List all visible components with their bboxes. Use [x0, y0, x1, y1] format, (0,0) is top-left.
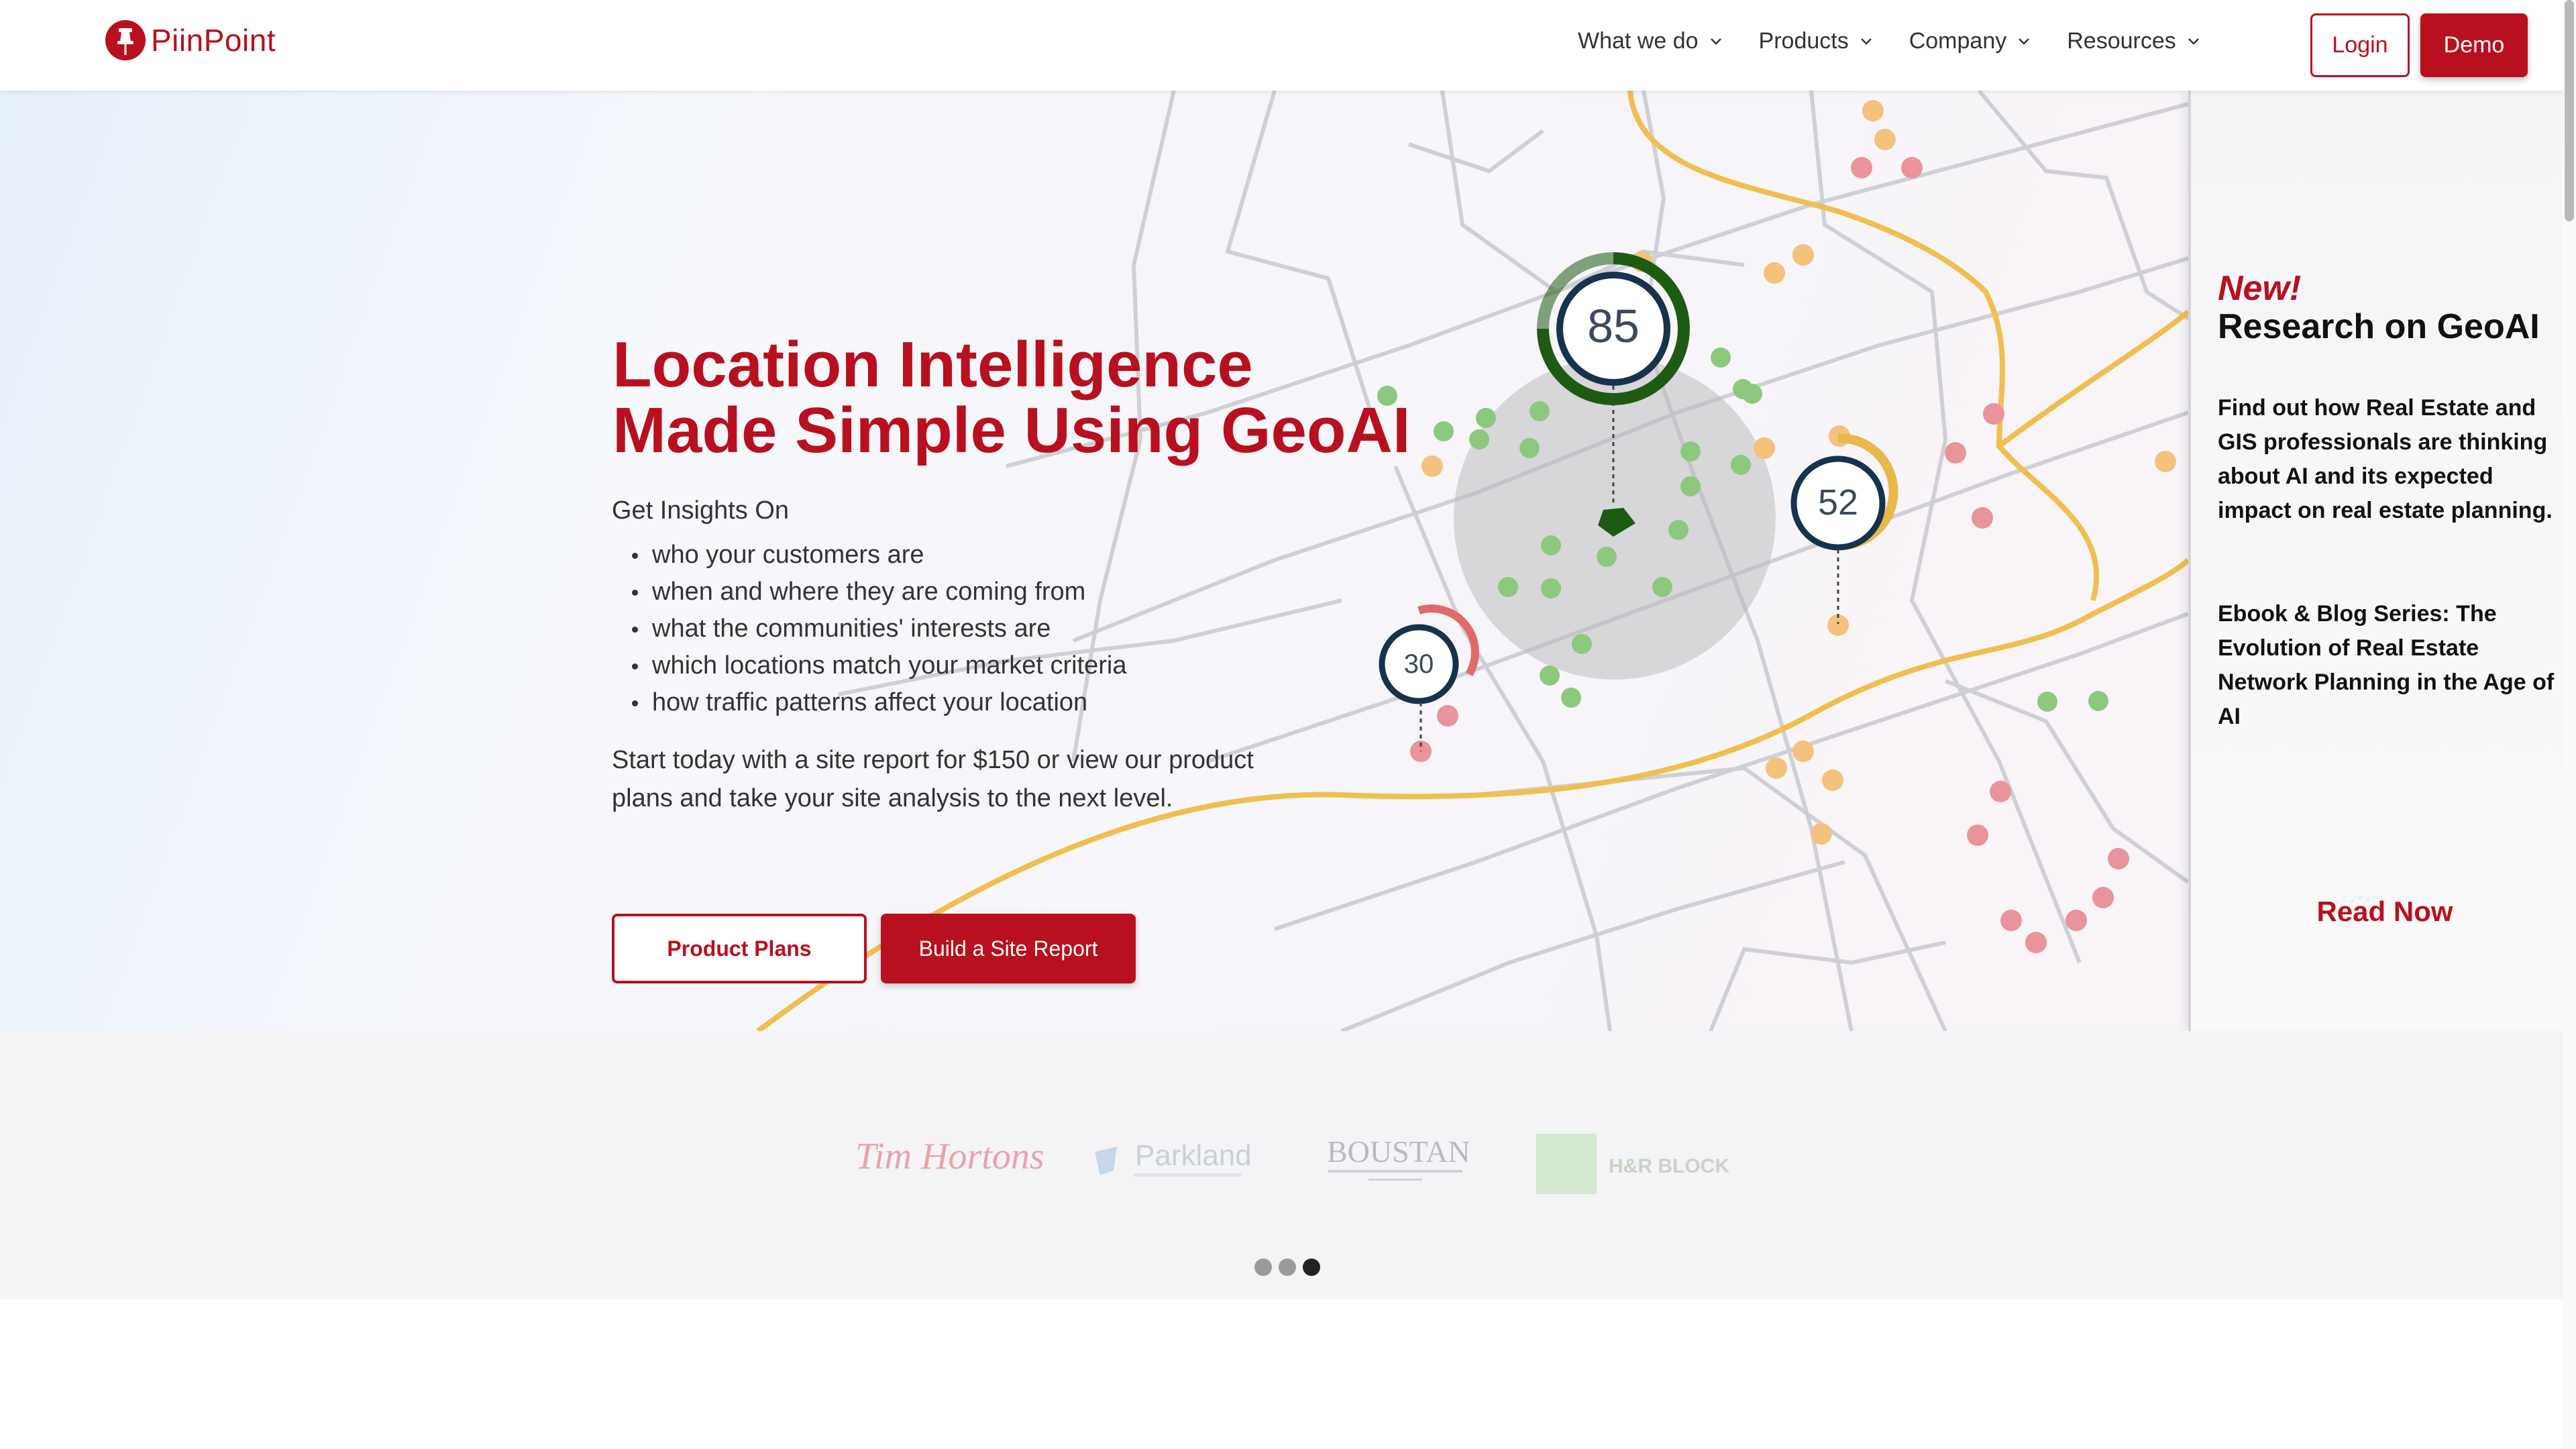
nav-company[interactable]: Company [1909, 28, 2031, 54]
insights-label: Get Insights On [612, 496, 790, 525]
score-52-marker [1790, 433, 1898, 624]
hero-description: Start today with a site report for $150 … [612, 746, 1254, 812]
score-52-label: 52 [1818, 482, 1858, 523]
tim-hortons-logo: Tim Hortons [855, 1136, 1044, 1177]
chevron-down-icon [2019, 38, 2030, 45]
site-header: PiinPoint What we do Products Company Re… [0, 0, 2576, 91]
boustan-text: BOUSTAN [1327, 1134, 1470, 1169]
chevron-down-icon [2188, 38, 2199, 45]
nav-what-we-do[interactable]: What we do [1578, 28, 1723, 54]
geoai-research-panel: New! Research on GeoAI Find out how Real… [2188, 91, 2576, 1031]
hero-title-line1: Location Intelligence [612, 329, 1253, 400]
score-30-label: 30 [1404, 649, 1434, 679]
hero-title-line2: Made Simple Using GeoAI [612, 394, 1411, 466]
piinpoint-logo[interactable]: PiinPoint [104, 19, 276, 62]
build-site-report-button[interactable]: Build a Site Report [881, 914, 1136, 983]
nav-label: Company [1909, 28, 2007, 54]
hr-block-text: H&R BLOCK [1609, 1155, 1729, 1177]
demo-button[interactable]: Demo [2420, 13, 2528, 77]
insight-item: when and where they are coming from [612, 574, 1126, 610]
score-30-marker [1379, 604, 1479, 751]
nav-label: What we do [1578, 28, 1699, 54]
new-badge: New! [2218, 269, 2302, 308]
login-button[interactable]: Login [2310, 13, 2410, 77]
score-85-label: 85 [1587, 300, 1640, 352]
chevron-down-icon [1710, 38, 1721, 45]
tim-hortons-text: Tim Hortons [855, 1136, 1044, 1177]
read-now-link[interactable]: Read Now [2191, 896, 2576, 928]
panel-series: Ebook & Blog Series: The Evolution of Re… [2218, 601, 2555, 729]
page-scrollbar[interactable] [2563, 0, 2576, 1449]
main-nav: What we do Products Company Resources [1578, 28, 2237, 54]
insight-item: who your customers are [612, 537, 1126, 574]
insight-item: how traffic patterns affect your locatio… [612, 684, 1126, 721]
parkland-text: Parkland [1135, 1139, 1252, 1172]
nav-products[interactable]: Products [1759, 28, 1873, 54]
hero-section: 85 52 30 Location Intelligence Made Simp… [0, 91, 2188, 1031]
scrollbar-thumb[interactable] [2565, 0, 2574, 221]
chevron-down-icon [1860, 38, 1872, 45]
hr-block-logo: H&R BLOCK [1536, 1134, 1729, 1194]
nav-label: Products [1758, 28, 1849, 54]
insights-list: who your customers are when and where th… [612, 537, 1126, 721]
pin-logo-icon [105, 20, 146, 60]
hero-title: Location Intelligence Made Simple Using … [612, 332, 1411, 464]
insight-item: what the communities' interests are [612, 610, 1126, 647]
insight-item: which locations match your market criter… [612, 647, 1126, 684]
product-plans-button[interactable]: Product Plans [612, 914, 867, 983]
nav-label: Resources [2067, 28, 2176, 54]
panel-description: Find out how Real Estate and GIS profess… [2218, 395, 2553, 523]
panel-title: Research on GeoAI [2218, 307, 2540, 346]
carousel-dot[interactable] [1279, 1258, 1296, 1276]
carousel-dot-active[interactable] [1303, 1258, 1320, 1276]
carousel-dots [1254, 1258, 1327, 1276]
logo-text: PiinPoint [151, 23, 276, 58]
boustan-logo: BOUSTAN [1327, 1134, 1470, 1181]
parkland-logo: Parkland [1095, 1139, 1252, 1177]
carousel-dot[interactable] [1254, 1258, 1272, 1276]
nav-resources[interactable]: Resources [2067, 28, 2200, 54]
